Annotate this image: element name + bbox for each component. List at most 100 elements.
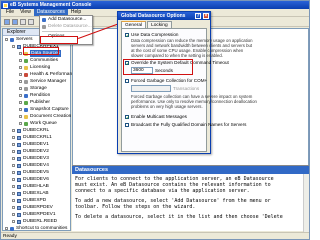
- expander-icon[interactable]: [19, 122, 22, 125]
- tree-item[interactable]: DUBEXPD: [3, 197, 70, 204]
- add-datasource-icon: [42, 17, 46, 22]
- tree-item[interactable]: Publisher: [3, 99, 70, 106]
- tree-item-label: DUBECKRL: [23, 128, 50, 133]
- forward-icon[interactable]: [12, 19, 18, 25]
- computer-icon: [17, 205, 21, 210]
- tree-item[interactable]: DUBEDEV1: [3, 141, 70, 148]
- tree-item[interactable]: DUBERL.REED: [3, 218, 70, 225]
- tree-item-label: DUBEDEV5: [23, 170, 49, 175]
- tree-item[interactable]: Document Creation: [3, 113, 71, 120]
- tree-item[interactable]: Communities: [3, 57, 70, 64]
- close-icon[interactable]: ×: [203, 13, 209, 19]
- expander-icon[interactable]: [19, 80, 22, 83]
- forced-gc-label: Forced Garbage Collection for COM+: [131, 78, 208, 83]
- tree-item[interactable]: Snapshot Capture: [3, 106, 70, 113]
- use-compression-checkbox[interactable]: ✓: [125, 33, 129, 38]
- options-dialog: Global Datasource Options ? × General Lo…: [117, 11, 257, 154]
- expander-icon[interactable]: [12, 185, 15, 188]
- expander-icon[interactable]: [19, 73, 22, 76]
- forced-gc-checkbox[interactable]: [125, 79, 129, 83]
- expander-icon[interactable]: [19, 52, 22, 55]
- tree-item[interactable]: DUBEDEV5: [3, 169, 70, 176]
- tree-item-label: DUBEDEV3: [23, 156, 49, 161]
- tree-item[interactable]: DUBEDEV6: [3, 176, 70, 183]
- tree-item[interactable]: DUBERPDEV1: [3, 211, 70, 218]
- tree-item-label: Storage: [30, 86, 47, 91]
- tree-item[interactable]: Service Manager: [3, 78, 70, 85]
- tab-general[interactable]: General: [121, 21, 147, 28]
- tree-item[interactable]: Work Queue: [3, 120, 70, 127]
- tree-item[interactable]: DUBEDEV3: [3, 155, 70, 162]
- broadcast-fqdn-checkbox[interactable]: [125, 123, 129, 127]
- expander-icon[interactable]: [12, 136, 15, 139]
- snapshot-icon: [24, 107, 28, 112]
- up-icon[interactable]: [20, 19, 26, 25]
- description-line: problems on very high usage servers.: [131, 104, 203, 109]
- tree-item[interactable]: Storage: [3, 85, 70, 92]
- back-icon[interactable]: [4, 19, 10, 25]
- tree-item[interactable]: Licensing: [3, 64, 70, 71]
- publisher-icon: [24, 100, 28, 105]
- expander-icon[interactable]: [12, 157, 15, 160]
- tree-item[interactable]: DUBEDEV4: [3, 162, 70, 169]
- expander-icon[interactable]: [12, 213, 15, 216]
- menu-item-add-datasource[interactable]: Add Datasource...: [40, 16, 92, 23]
- description-line: slower compared to when the setting is e…: [131, 53, 223, 58]
- expander-icon[interactable]: [19, 94, 22, 97]
- tree-item[interactable]: Rendition: [3, 92, 70, 99]
- tree-item-label: Licensing: [30, 65, 51, 70]
- tree-item-label: DUBEDEV2: [23, 149, 49, 154]
- refresh-icon[interactable]: [28, 19, 34, 25]
- expander-icon[interactable]: [12, 178, 15, 181]
- tab-locking[interactable]: Locking: [147, 21, 172, 28]
- tree-item[interactable]: DUBEHLAB: [3, 183, 70, 190]
- expander-icon[interactable]: [12, 164, 15, 167]
- expander-icon[interactable]: [12, 171, 15, 174]
- computer-icon: [17, 156, 21, 161]
- expander-icon[interactable]: [19, 108, 22, 111]
- help-scrollbar[interactable]: [303, 174, 309, 232]
- tree-item-label: DUBECKRL1: [23, 135, 52, 140]
- tree-item-label: Snapshot Capture: [30, 107, 69, 112]
- delete-datasource-icon: [42, 24, 46, 29]
- tree-item[interactable]: DUBECKRL: [3, 127, 70, 134]
- multicast-checkbox[interactable]: ✓: [125, 115, 129, 120]
- explorer-tree: Servers DUBECKRPEX1 Data Sources Communitie…: [3, 36, 77, 232]
- menu-view[interactable]: View: [17, 9, 34, 16]
- broadcast-fqdn-label: Broadcast the Fully Qualified Domain Nam…: [131, 122, 247, 127]
- expander-icon[interactable]: [12, 150, 15, 153]
- help-icon[interactable]: ?: [195, 13, 201, 19]
- tree-item[interactable]: DUBEDEV2: [3, 148, 70, 155]
- tree-item-label: DUBERPDEV1: [23, 212, 56, 217]
- expander-icon[interactable]: [12, 45, 15, 48]
- title-bar: eB Systems Management Console: [1, 1, 309, 9]
- tree-item[interactable]: Shortcut to communities: [3, 225, 70, 232]
- expander-icon[interactable]: [5, 227, 8, 230]
- tree-item[interactable]: DUBERPDEV: [3, 204, 70, 211]
- tree-item[interactable]: DUBEXLAB: [3, 190, 70, 197]
- app-icon: [3, 2, 8, 8]
- tree-item[interactable]: Health & Performance: [3, 71, 77, 78]
- menu-item-delete-datasource[interactable]: Delete Datasource...: [40, 23, 92, 30]
- tree-item-label: DUBEDEV1: [23, 142, 49, 147]
- expander-icon[interactable]: [19, 66, 22, 69]
- annotation-timeout-box: [123, 59, 193, 75]
- expander-icon[interactable]: [12, 206, 15, 209]
- expander-icon[interactable]: [19, 87, 22, 90]
- expander-icon[interactable]: [12, 192, 15, 195]
- help-line: To delete a datasource, select it in the…: [75, 214, 283, 220]
- expander-icon[interactable]: [12, 220, 15, 223]
- expander-icon[interactable]: [19, 101, 22, 104]
- computer-icon: [17, 198, 21, 203]
- menu-file[interactable]: File: [3, 9, 17, 16]
- expander-icon[interactable]: [19, 59, 22, 62]
- expander-icon[interactable]: [12, 199, 15, 202]
- tree-item[interactable]: DUBECKRL1: [3, 134, 70, 141]
- expander-icon[interactable]: [5, 38, 8, 41]
- expander-icon[interactable]: [12, 129, 15, 132]
- expander-icon[interactable]: [19, 115, 22, 118]
- expander-icon[interactable]: [12, 143, 15, 146]
- explorer-pane: Explorer × ServersDUBECKRPEX1Data Source…: [2, 28, 77, 232]
- tree-item-label: Health & Performance: [30, 72, 78, 77]
- gc-input[interactable]: [131, 85, 171, 92]
